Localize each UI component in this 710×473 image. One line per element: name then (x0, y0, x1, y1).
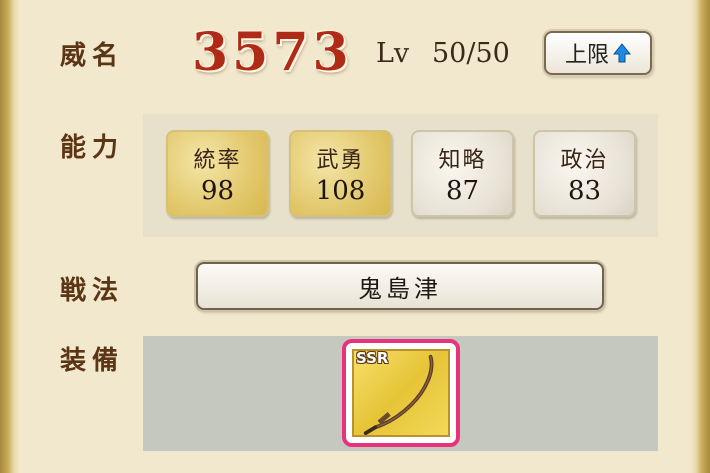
tactic-name: 鬼島津 (358, 274, 442, 303)
ability-label: 能力 (60, 133, 125, 163)
stat-value: 83 (567, 175, 602, 206)
level-value: 50/50 (432, 38, 510, 69)
tactic-label: 戦法 (60, 276, 125, 306)
level-label: Lv (376, 38, 410, 69)
stat-name: 知略 (438, 147, 487, 173)
stat-value: 87 (445, 175, 480, 206)
stat-politics[interactable]: 政治 83 (533, 130, 636, 217)
stat-value: 108 (315, 175, 366, 206)
stat-name: 政治 (560, 147, 609, 173)
rarity-badge: SSR (356, 349, 389, 367)
prestige-value: 3573 (192, 22, 353, 83)
stat-name: 武勇 (316, 147, 365, 173)
stat-value: 98 (200, 175, 235, 206)
equipment-label: 装備 (60, 346, 125, 376)
prestige-label: 威名 (60, 41, 125, 71)
stat-valor[interactable]: 武勇 108 (289, 130, 392, 217)
tactic-button[interactable]: 鬼島津 (196, 262, 604, 310)
limit-button[interactable]: 上限 (544, 31, 652, 75)
up-arrow-icon (613, 43, 631, 63)
equipment-card: SSR (352, 349, 450, 437)
stat-intellect[interactable]: 知略 87 (411, 130, 514, 217)
stat-name: 統率 (193, 147, 242, 173)
limit-button-label: 上限 (564, 43, 609, 68)
stat-leadership[interactable]: 統率 98 (166, 130, 269, 217)
equipment-slot[interactable]: SSR (342, 339, 460, 447)
